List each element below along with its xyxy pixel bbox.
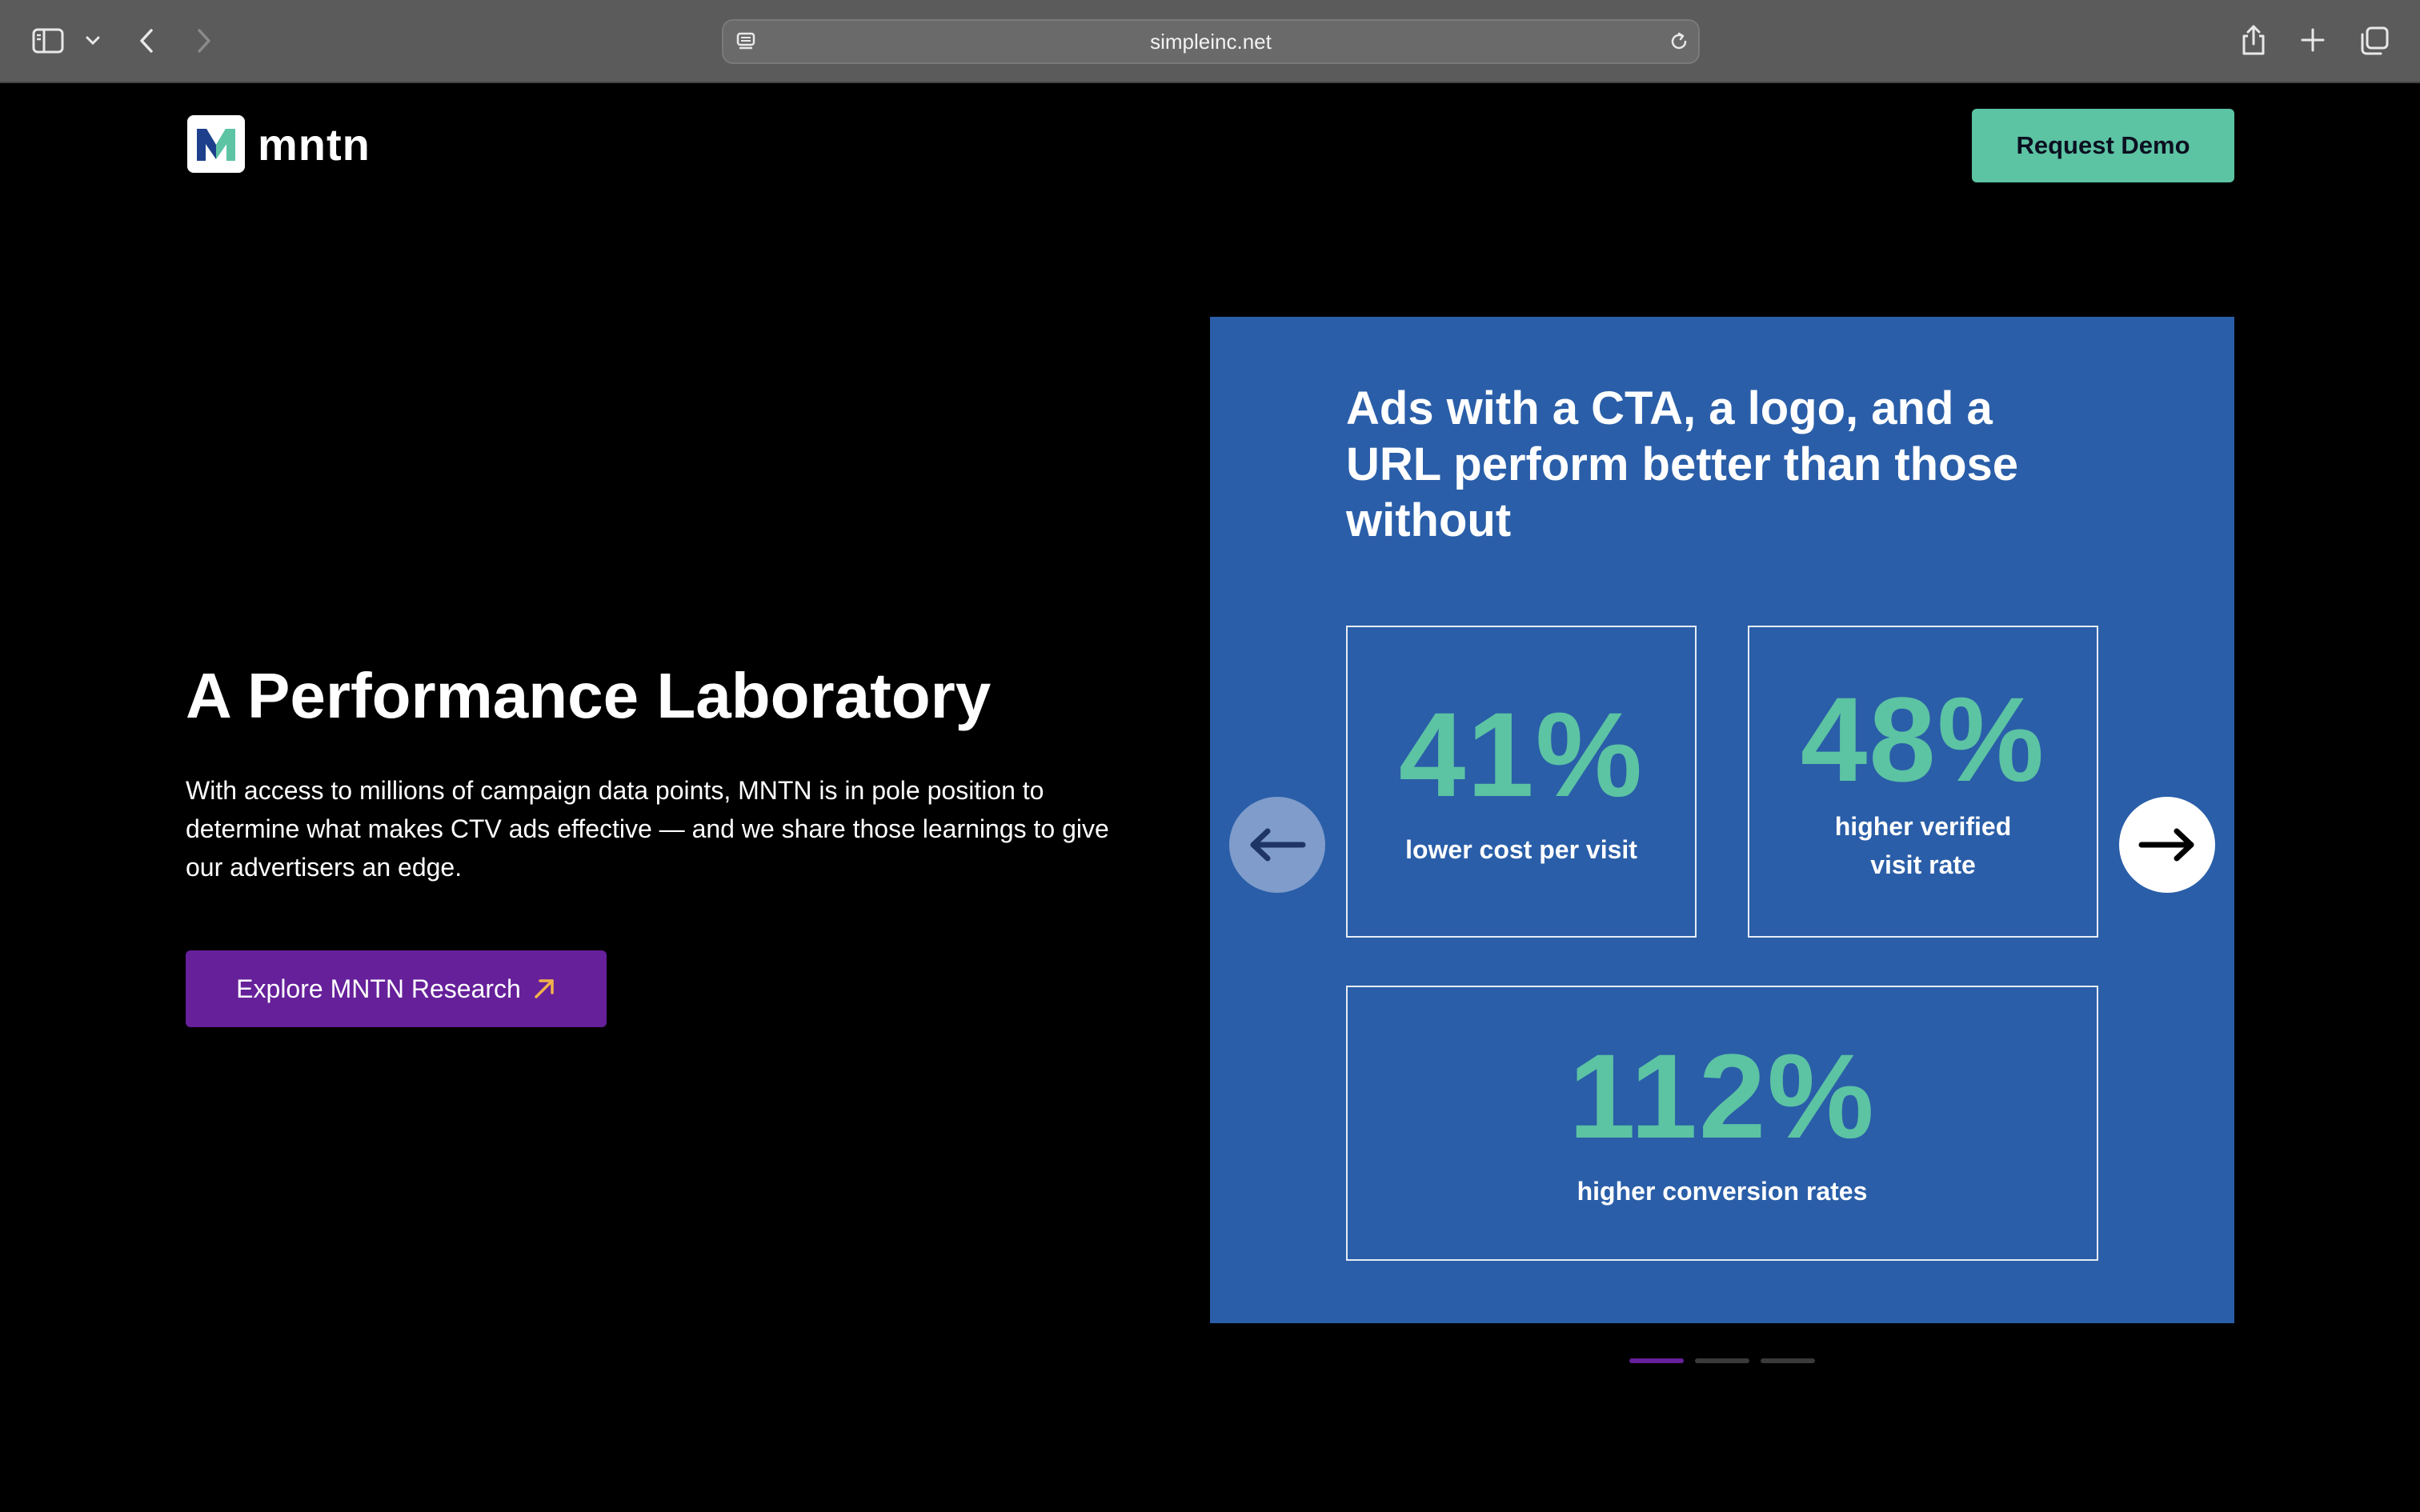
pagination-dot[interactable] <box>1695 1358 1749 1363</box>
stat-value: 112% <box>1569 1029 1876 1163</box>
sidebar-toggle-icon[interactable] <box>30 24 66 58</box>
hero-description: With access to millions of campaign data… <box>186 776 1109 882</box>
mntn-logo-icon <box>187 115 245 173</box>
carousel-next-button[interactable] <box>2119 797 2215 893</box>
share-icon[interactable] <box>2238 21 2270 59</box>
carousel-pagination <box>1629 1358 1815 1363</box>
explore-research-button[interactable]: Explore MNTN Research <box>186 950 607 1027</box>
stat-value: 41% <box>1398 687 1645 822</box>
carousel-slide: Ads with a CTA, a logo, and a URL perfor… <box>1210 317 2234 1323</box>
stat-label: higher conversion rates <box>1577 1177 1868 1206</box>
stat-card: 41% lower cost per visit <box>1346 626 1697 938</box>
chevron-down-icon[interactable] <box>83 29 102 53</box>
address-bar[interactable]: simpleinc.net <box>722 19 1700 64</box>
explore-research-label: Explore MNTN Research <box>236 974 521 1003</box>
url-text: simpleinc.net <box>1150 30 1272 54</box>
new-tab-icon[interactable] <box>2297 24 2329 56</box>
pagination-dot[interactable] <box>1761 1358 1815 1363</box>
request-demo-button[interactable]: Request Demo <box>1972 109 2234 182</box>
pagination-dot[interactable] <box>1629 1358 1684 1363</box>
carousel-prev-button[interactable] <box>1229 797 1325 893</box>
stat-card: 48% higher verified visit rate <box>1748 626 2098 938</box>
arrow-left-icon <box>1250 828 1306 862</box>
browser-toolbar: simpleinc.net <box>0 0 2420 83</box>
stat-label: higher verified visit rate <box>1834 812 2012 879</box>
hero-title: A Performance Laboratory <box>186 660 992 731</box>
reload-icon[interactable] <box>1666 29 1692 54</box>
stat-value: 48% <box>1800 672 2046 806</box>
forward-icon[interactable] <box>192 24 216 58</box>
brand-name: mntn <box>258 118 371 170</box>
site-logo[interactable]: mntn <box>187 115 371 173</box>
stat-card: 112% higher conversion rates <box>1346 986 2098 1261</box>
arrow-right-icon <box>2138 828 2194 862</box>
arrow-up-right-icon <box>532 977 556 1001</box>
stat-label: lower cost per visit <box>1405 835 1637 864</box>
slide-title: Ads with a CTA, a logo, and a URL perfor… <box>1346 382 2019 546</box>
back-icon[interactable] <box>134 24 158 58</box>
tab-overview-icon[interactable] <box>2358 24 2391 58</box>
